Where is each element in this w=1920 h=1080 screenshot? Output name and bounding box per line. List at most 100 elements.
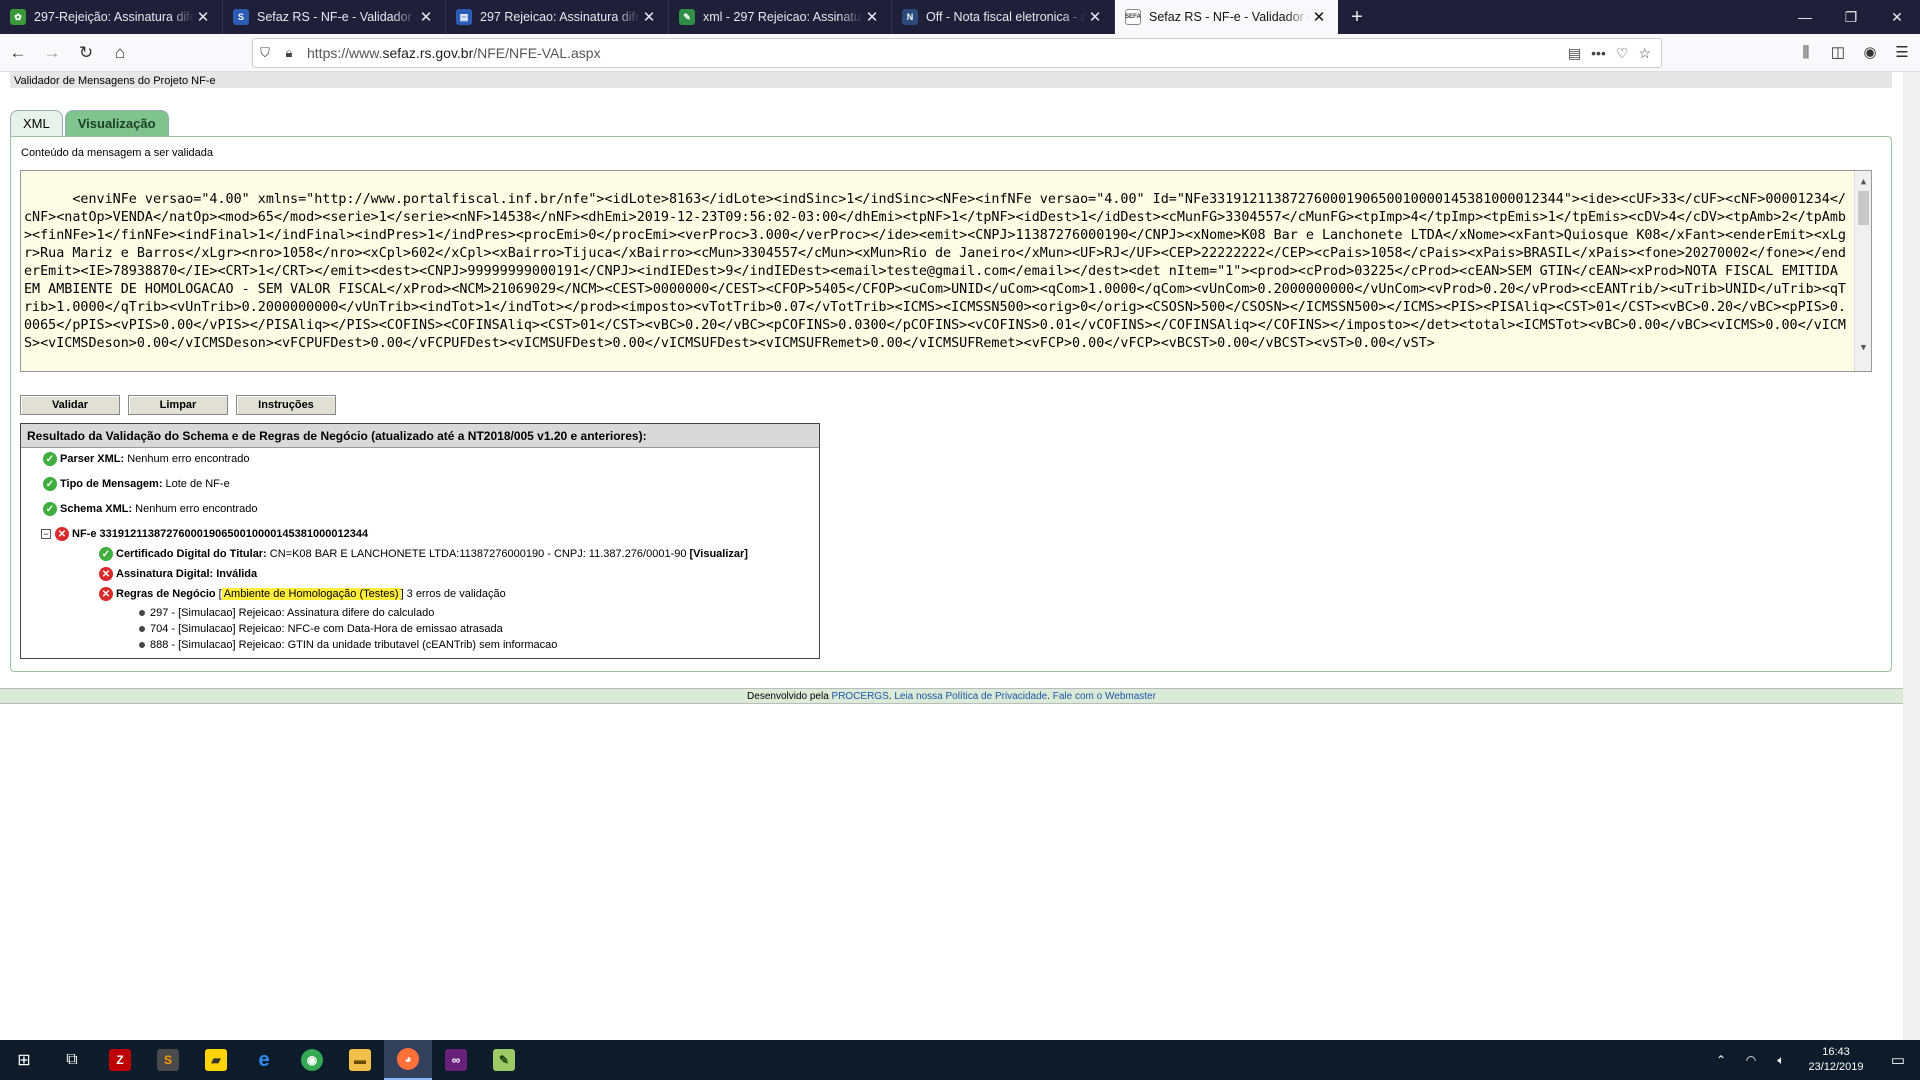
system-tray: ⌃ ◠ 🔈︎ 16:43 23/12/2019 ▭ <box>1706 1040 1920 1080</box>
visualizar-link[interactable]: [Visualizar] <box>689 548 748 560</box>
url-prefix: https://www. <box>307 45 383 61</box>
clock[interactable]: 16:43 23/12/2019 <box>1796 1045 1876 1075</box>
check-icon: ✓ <box>43 452 57 466</box>
instrucoes-button[interactable]: Instruções <box>236 395 336 415</box>
clock-date: 23/12/2019 <box>1808 1061 1864 1073</box>
error-icon: ✕ <box>99 587 113 601</box>
reader-view-icon[interactable]: ▤ <box>1568 45 1581 62</box>
close-icon[interactable]: ✕ <box>1310 8 1328 26</box>
bullet-icon <box>139 610 145 616</box>
browser-tab-3[interactable]: ▤ 297 Rejeicao: Assinatura difere ✕ <box>446 0 669 34</box>
schema-row: ✓ Schema XML: Nenhum erro encontrado <box>43 502 257 516</box>
windows-start-icon[interactable]: ⊞ <box>0 1040 48 1080</box>
xml-textarea[interactable]: <enviNFe versao="4.00" xmlns="http://www… <box>20 170 1872 372</box>
page-scrollbar[interactable] <box>1903 72 1920 1040</box>
browser-tab-4[interactable]: ✎ xml - 297 Rejeicao: Assinatura d ✕ <box>669 0 892 34</box>
minimize-icon[interactable]: — <box>1782 0 1828 34</box>
reload-icon[interactable]: ↻ <box>70 37 102 69</box>
error-text: 297 - [Simulacao] Rejeicao: Assinatura d… <box>150 607 435 619</box>
restore-icon[interactable]: ❐ <box>1828 0 1874 34</box>
tab-title: 297-Rejeição: Assinatura difere <box>34 10 194 24</box>
error-icon: ✕ <box>99 567 113 581</box>
browser-tab-6[interactable]: SEFA Sefaz RS - NF-e - Validador de M ✕ <box>1115 0 1338 34</box>
menu-icon[interactable]: ☰ <box>1890 38 1914 66</box>
new-tab-button[interactable]: + <box>1338 0 1376 34</box>
lock-icon[interactable]: 🔒︎ <box>277 45 301 61</box>
notepad-icon[interactable]: ✎ <box>480 1040 528 1080</box>
collapse-toggle[interactable]: − <box>41 529 51 539</box>
green-leaf-icon: ✿ <box>10 9 26 25</box>
cert-row: ✓ Certificado Digital do Titular: CN=K08… <box>99 547 751 561</box>
url-path: /NFE/NFE-VAL.aspx <box>473 45 601 61</box>
procergs-link[interactable]: PROCERGS <box>832 691 889 702</box>
scroll-thumb[interactable] <box>1858 191 1869 225</box>
xml-scrollbar[interactable]: ▲ ▼ <box>1854 171 1871 371</box>
parser-label: Parser XML: <box>60 453 125 465</box>
browser-tab-1[interactable]: ✿ 297-Rejeição: Assinatura difere ✕ <box>0 0 223 34</box>
sticky-notes-icon[interactable]: ▰ <box>192 1040 240 1080</box>
scroll-up-icon[interactable]: ▲ <box>1855 173 1871 191</box>
account-icon[interactable]: ◉ <box>1858 38 1882 66</box>
footer-prefix: Desenvolvido pela <box>747 691 829 702</box>
toolbar-right: ⫼ ◫ ◉ ☰ <box>1794 38 1914 66</box>
validar-button[interactable]: Validar <box>20 395 120 415</box>
cert-value: CN=K08 BAR E LANCHONETE LTDA:11387276000… <box>269 548 687 560</box>
action-buttons: Validar Limpar Instruções <box>20 395 336 415</box>
close-icon[interactable]: ✕ <box>417 8 435 26</box>
filezilla-icon[interactable]: Z <box>96 1040 144 1080</box>
regras-row: ✕ Regras de Negócio [ Ambiente de Homolo… <box>99 587 506 601</box>
limpar-button[interactable]: Limpar <box>128 395 228 415</box>
pocket-icon[interactable]: ♡ <box>1616 45 1629 62</box>
nfe-label: NF-e 33191211387276000190650010000145381… <box>72 528 369 540</box>
more-actions-icon[interactable]: ••• <box>1591 45 1606 61</box>
wifi-icon[interactable]: ◠ <box>1736 1053 1766 1067</box>
back-icon[interactable]: ← <box>2 37 34 69</box>
xml-icon: ✎ <box>679 9 695 25</box>
browser-tab-2[interactable]: S Sefaz RS - NF-e - Validador de M ✕ <box>223 0 446 34</box>
notification-icon[interactable]: ▭ <box>1876 1051 1920 1069</box>
close-window-icon[interactable]: ✕ <box>1874 0 1920 34</box>
url-text[interactable]: https://www.sefaz.rs.gov.br/NFE/NFE-VAL.… <box>301 45 1568 61</box>
tab-panel: Conteúdo da mensagem a ser validada <env… <box>10 136 1892 672</box>
url-actions: ▤ ••• ♡ ☆ <box>1568 45 1661 62</box>
library-icon[interactable]: ⫼ <box>1794 38 1818 66</box>
tab-title: Sefaz RS - NF-e - Validador de M <box>257 10 417 24</box>
url-bar[interactable]: ⛉ 🔒︎ https://www.sefaz.rs.gov.br/NFE/NFE… <box>252 38 1662 68</box>
close-icon[interactable]: ✕ <box>194 8 212 26</box>
close-icon[interactable]: ✕ <box>640 8 658 26</box>
bullet-icon <box>139 626 145 632</box>
navigation-bar: ← → ↻ ⌂ ⛉ 🔒︎ https://www.sefaz.rs.gov.br… <box>0 34 1920 72</box>
webmaster-link[interactable]: Fale com o Webmaster <box>1053 691 1156 702</box>
regras-label: Regras de Negócio <box>116 588 216 600</box>
visual-studio-icon[interactable]: ∞ <box>432 1040 480 1080</box>
shield-icon[interactable]: ⛉ <box>253 45 277 61</box>
scroll-down-icon[interactable]: ▼ <box>1855 339 1871 357</box>
parser-row: ✓ Parser XML: Nenhum erro encontrado <box>43 452 250 466</box>
privacy-link[interactable]: Leia nossa Política de Privacidade <box>894 691 1047 702</box>
volume-icon[interactable]: 🔈︎ <box>1766 1053 1796 1068</box>
browser-tab-bar: ✿ 297-Rejeição: Assinatura difere ✕ S Se… <box>0 0 1920 34</box>
home-icon[interactable]: ⌂ <box>104 37 136 69</box>
edge-icon[interactable]: e <box>240 1040 288 1080</box>
schema-value: Nenhum erro encontrado <box>135 503 258 515</box>
file-explorer-icon[interactable]: ▬ <box>336 1040 384 1080</box>
close-icon[interactable]: ✕ <box>863 8 881 26</box>
chrome-icon[interactable]: ◉ <box>288 1040 336 1080</box>
parser-value: Nenhum erro encontrado <box>127 453 250 465</box>
firefox-icon[interactable]: ◕ <box>384 1040 432 1080</box>
content-tabs: XML Visualização <box>10 110 169 136</box>
sublime-icon[interactable]: S <box>144 1040 192 1080</box>
bookmark-star-icon[interactable]: ☆ <box>1638 45 1651 62</box>
tab-xml[interactable]: XML <box>10 110 63 136</box>
forward-icon[interactable]: → <box>36 37 68 69</box>
n-icon: N <box>902 9 918 25</box>
task-view-icon[interactable]: ⧉ <box>48 1040 96 1080</box>
page-header: Validador de Mensagens do Projeto NF-e <box>10 72 1892 88</box>
cert-label: Certificado Digital do Titular: <box>116 548 267 560</box>
browser-tab-5[interactable]: N Off - Nota fiscal eletronica - alg ✕ <box>892 0 1115 34</box>
tab-title: 297 Rejeicao: Assinatura difere <box>480 10 640 24</box>
close-icon[interactable]: ✕ <box>1086 8 1104 26</box>
tab-visualizacao[interactable]: Visualização <box>64 110 169 136</box>
tray-expand-icon[interactable]: ⌃ <box>1706 1053 1736 1067</box>
sidebar-icon[interactable]: ◫ <box>1826 38 1850 66</box>
